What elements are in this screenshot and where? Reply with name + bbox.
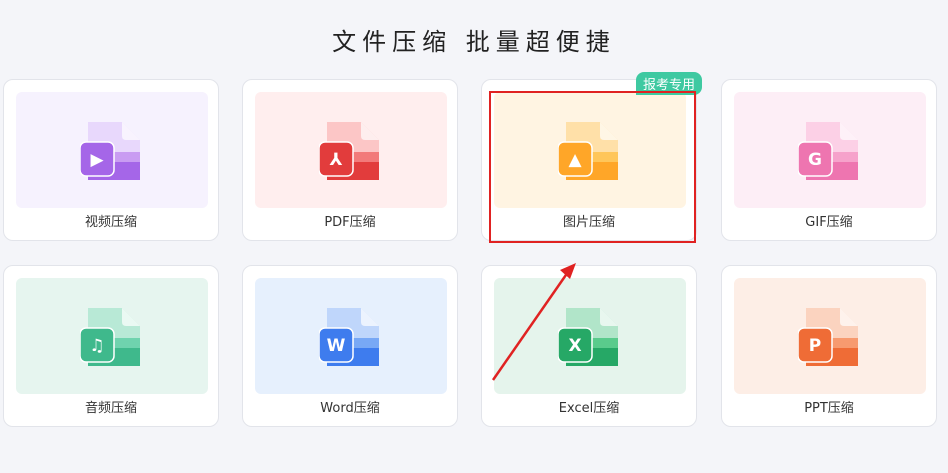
svg-text:♫: ♫ [89,336,104,356]
svg-text:G: G [808,150,822,170]
card-label: PPT压缩 [804,401,854,416]
card-thumb: ▶ [16,92,208,208]
ppt-file-icon: P [798,308,858,366]
pdf-file-icon: ⅄ [319,122,379,180]
card-thumb: X [494,278,686,394]
audio-file-icon: ♫ [80,308,140,366]
card-label: 视频压缩 [84,215,137,230]
card-label: Excel压缩 [558,401,620,416]
word-file-icon: W [319,308,379,366]
gif-file-icon: G [798,122,858,180]
card-label: Word压缩 [320,401,380,416]
svg-text:X: X [568,336,581,356]
card-label: 音频压缩 [84,401,137,416]
card-label: GIF压缩 [805,215,853,230]
card-label: PDF压缩 [324,215,376,230]
svg-text:▲: ▲ [568,150,582,170]
card-pdf-compress[interactable]: ⅄ PDF压缩 [242,79,458,241]
card-video-compress[interactable]: ▶ 视频压缩 [3,79,219,241]
exam-badge: 报考专用 [635,72,702,95]
svg-text:W: W [327,336,346,356]
excel-file-icon: X [558,308,618,366]
svg-text:▶: ▶ [90,150,104,170]
card-thumb: ⅄ [255,92,447,208]
image-file-icon: ▲ [558,122,618,180]
card-word-compress[interactable]: W Word压缩 [242,265,458,427]
card-thumb: G [734,92,926,208]
card-image-compress[interactable]: ▲ 图片压缩 报考专用 [481,72,702,241]
card-audio-compress[interactable]: ♫ 音频压缩 [3,265,219,427]
svg-text:P: P [809,336,821,356]
card-thumb: ▲ [494,92,686,208]
video-file-icon: ▶ [80,122,140,180]
card-label: 图片压缩 [562,215,615,230]
card-excel-compress[interactable]: X Excel压缩 [481,265,697,427]
svg-text:⅄: ⅄ [330,150,343,170]
page-headline: 文件压缩 批量超便捷 [332,28,616,56]
card-thumb: W [255,278,447,394]
card-gif-compress[interactable]: G GIF压缩 [721,79,937,241]
card-ppt-compress[interactable]: P PPT压缩 [721,265,937,427]
card-thumb: P [734,278,926,394]
card-thumb: ♫ [16,278,208,394]
